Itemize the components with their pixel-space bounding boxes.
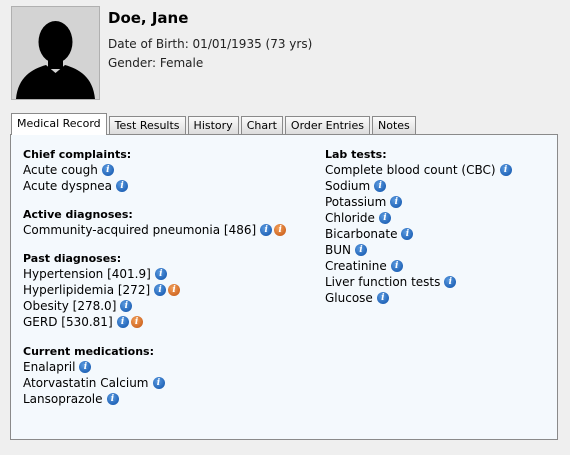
lab-tests-heading: Lab tests: (325, 148, 387, 161)
lab-tests-section: Lab tests: Complete blood count (CBC) i … (325, 147, 512, 306)
tab-chart[interactable]: Chart (240, 116, 283, 134)
info-icon[interactable]: i (499, 164, 512, 176)
info-icon[interactable]: i (116, 316, 129, 328)
info-icon[interactable]: i (154, 268, 167, 280)
info-icon[interactable]: i (401, 228, 414, 240)
item-label: Creatinine (325, 259, 387, 273)
info-icon[interactable]: i (101, 164, 114, 176)
list-item: Enalapril i (23, 359, 286, 375)
info-icon[interactable]: i (260, 224, 273, 236)
item-label: Hyperlipidemia [272] (23, 283, 151, 297)
person-silhouette-icon (12, 7, 99, 99)
item-label: Enalapril (23, 360, 76, 374)
list-item: Sodium i (325, 178, 512, 194)
list-item: Obesity [278.0] i (23, 298, 286, 314)
list-item: Acute dyspnea i (23, 178, 286, 194)
info-icon[interactable]: i (120, 300, 133, 312)
item-label: Obesity [278.0] (23, 299, 117, 313)
item-label: Glucose (325, 291, 373, 305)
item-label: Chloride (325, 211, 375, 225)
list-item: Creatinine i (325, 258, 512, 274)
info-icon[interactable]: i (390, 260, 403, 272)
tab-test-results[interactable]: Test Results (108, 116, 186, 134)
item-label: Liver function tests (325, 275, 441, 289)
tab-history[interactable]: History (187, 116, 239, 134)
active-diagnoses-heading: Active diagnoses: (23, 208, 133, 221)
info-icon[interactable]: i (355, 244, 367, 256)
item-label: Hypertension [401.9] (23, 267, 151, 281)
tab-order-entries[interactable]: Order Entries (284, 116, 370, 134)
item-label: Community-acquired pneumonia [486] (23, 223, 257, 237)
alert-info-icon[interactable]: i (274, 224, 287, 236)
item-label: Complete blood count (CBC) (325, 163, 496, 177)
chief-complaints-heading: Chief complaints: (23, 148, 132, 161)
list-item: Potassium i (325, 194, 512, 210)
tab-medical-record[interactable]: Medical Record (11, 113, 107, 135)
info-icon[interactable]: i (374, 180, 387, 192)
item-label: Bicarbonate (325, 227, 398, 241)
list-item: GERD [530.81] i i (23, 314, 286, 330)
item-label: Lansoprazole (23, 392, 103, 406)
past-diagnoses-heading: Past diagnoses: (23, 252, 122, 265)
item-label: Acute dyspnea (23, 179, 113, 193)
item-label: GERD [530.81] (23, 315, 113, 329)
list-item: Hypertension [401.9] i (23, 266, 286, 282)
info-icon[interactable]: i (444, 276, 457, 288)
alert-info-icon[interactable]: i (130, 316, 143, 328)
right-column: Lab tests: Complete blood count (CBC) i … (325, 147, 512, 319)
info-icon[interactable]: i (106, 393, 119, 405)
item-label: BUN (325, 243, 351, 257)
left-column: Chief complaints: Acute cough i Acute dy… (23, 147, 287, 420)
info-icon[interactable]: i (152, 377, 165, 389)
info-icon[interactable]: i (116, 180, 129, 192)
list-item: Bicarbonate i (325, 226, 512, 242)
record-tabs: Medical Record Test Results History Char… (11, 113, 418, 135)
list-item: Acute cough i (23, 162, 286, 178)
patient-gender: Gender: Female (108, 56, 204, 70)
medical-record-panel: Chief complaints: Acute cough i Acute dy… (10, 134, 558, 440)
patient-avatar (11, 6, 100, 100)
past-diagnoses-section: Past diagnoses: Hypertension [401.9] i H… (23, 251, 286, 330)
list-item: Hyperlipidemia [272] i i (23, 282, 286, 298)
info-icon[interactable]: i (378, 212, 391, 224)
list-item: Complete blood count (CBC) i (325, 162, 512, 178)
item-label: Acute cough (23, 163, 98, 177)
alert-info-icon[interactable]: i (168, 284, 181, 296)
current-medications-heading: Current medications: (23, 345, 155, 358)
chief-complaints-section: Chief complaints: Acute cough i Acute dy… (23, 147, 286, 194)
list-item: Glucose i (325, 290, 512, 306)
info-icon[interactable]: i (376, 292, 389, 304)
current-medications-section: Current medications: Enalapril i Atorvas… (23, 344, 286, 407)
list-item: Lansoprazole i (23, 391, 286, 407)
info-icon[interactable]: i (390, 196, 403, 208)
item-label: Sodium (325, 179, 371, 193)
tab-notes[interactable]: Notes (372, 116, 416, 134)
patient-name: Doe, Jane (108, 9, 189, 27)
list-item: Atorvastatin Calcium i (23, 375, 286, 391)
item-label: Potassium (325, 195, 387, 209)
active-diagnoses-section: Active diagnoses: Community-acquired pne… (23, 207, 287, 238)
list-item: Liver function tests i (325, 274, 512, 290)
info-icon[interactable]: i (79, 361, 92, 373)
info-icon[interactable]: i (154, 284, 167, 296)
item-label: Atorvastatin Calcium (23, 376, 149, 390)
list-item: BUN i (325, 242, 512, 258)
patient-dob: Date of Birth: 01/01/1935 (73 yrs) (108, 37, 313, 51)
list-item: Chloride i (325, 210, 512, 226)
list-item: Community-acquired pneumonia [486] i i (23, 222, 287, 238)
